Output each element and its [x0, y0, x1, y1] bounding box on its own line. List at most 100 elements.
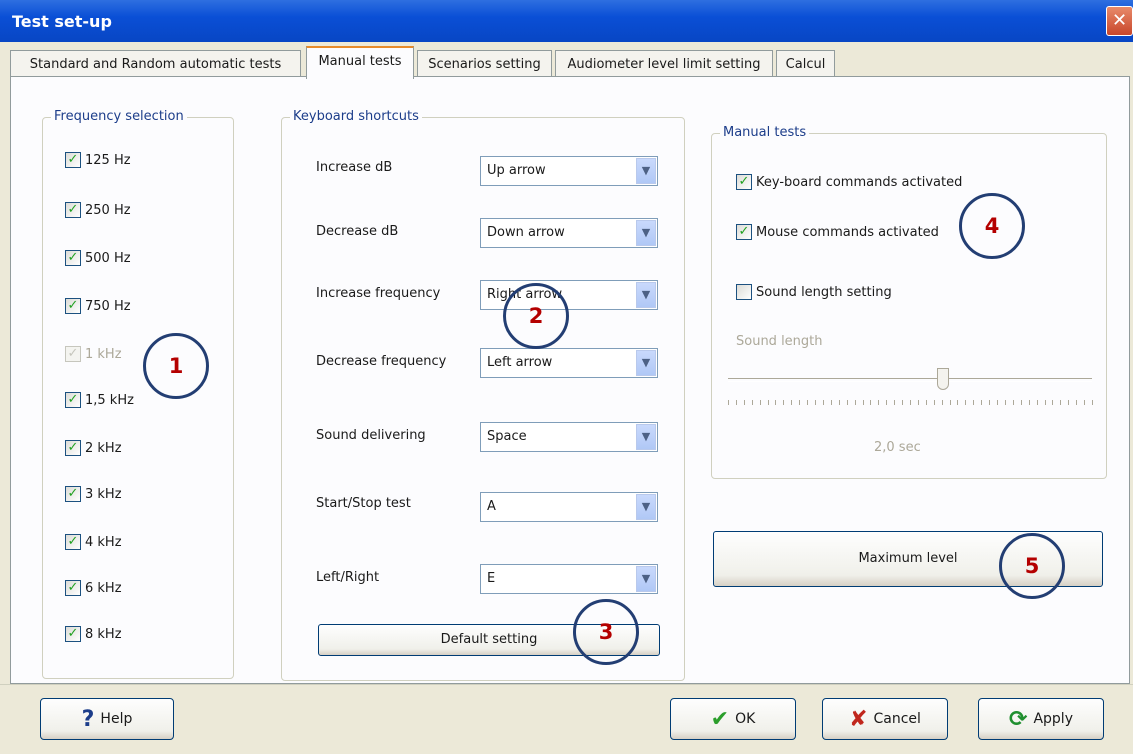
frequency-checkbox[interactable]: ✓ 4 kHz: [65, 532, 122, 552]
decrease-frequency-value: Left arrow: [487, 355, 553, 370]
slider-tick: [751, 400, 753, 405]
slider-tick: [997, 400, 999, 405]
checkbox-icon[interactable]: ✓: [65, 392, 81, 408]
checkbox-icon[interactable]: ✓: [65, 440, 81, 456]
checkbox-icon[interactable]: ✓: [65, 534, 81, 550]
slider-tick: [1092, 400, 1093, 405]
help-button[interactable]: ? Help: [40, 698, 174, 740]
frequency-checkbox[interactable]: ✓ 8 kHz: [65, 624, 122, 644]
decrease-frequency-select[interactable]: Left arrow ▼: [480, 348, 658, 378]
sound-delivering-select[interactable]: Space ▼: [480, 422, 658, 452]
test-setup-dialog: Test set-up ✕ Standard and Random automa…: [0, 0, 1133, 754]
frequency-checkbox[interactable]: ✓ 6 kHz: [65, 578, 122, 598]
decrease-db-label: Decrease dB: [316, 224, 399, 239]
help-question-icon: ?: [81, 706, 95, 732]
start-stop-test-select[interactable]: A ▼: [480, 492, 658, 522]
frequency-checkbox[interactable]: ✓ 125 Hz: [65, 150, 131, 170]
checkbox-icon[interactable]: ✓: [65, 202, 81, 218]
checkbox-icon[interactable]: ✓: [65, 486, 81, 502]
slider-tick: [1004, 400, 1006, 405]
checkbox-icon[interactable]: ✓: [65, 250, 81, 266]
frequency-checkbox[interactable]: ✓ 500 Hz: [65, 248, 131, 268]
slider-tick: [775, 400, 777, 405]
checkbox-icon[interactable]: ✓: [736, 224, 752, 240]
decrease-frequency-label: Decrease frequency: [316, 354, 447, 369]
checkbox-icon[interactable]: [736, 284, 752, 300]
annotation-circle-3: 3: [573, 599, 639, 665]
manual-tests-title: Manual tests: [720, 125, 810, 140]
sound-delivering-value: Space: [487, 429, 527, 444]
slider-tick: [870, 400, 872, 405]
checkbox-icon[interactable]: ✓: [65, 152, 81, 168]
slider-thumb[interactable]: [936, 368, 949, 390]
slider-tick: [735, 400, 737, 405]
frequency-checkbox[interactable]: ✓ 3 kHz: [65, 484, 122, 504]
tab-scenarios-setting[interactable]: Scenarios setting: [417, 50, 552, 78]
slider-tick: [791, 400, 793, 405]
slider-tick: [917, 400, 919, 405]
slider-tick: [783, 400, 785, 405]
checkbox-icon[interactable]: ✓: [736, 174, 752, 190]
slider-tick: [1060, 400, 1062, 405]
tab-strip: Standard and Random automatic tests Manu…: [0, 42, 1133, 79]
apply-label: Apply: [1033, 711, 1073, 727]
chevron-down-icon[interactable]: ▼: [636, 220, 656, 246]
mouse-commands-checkbox[interactable]: ✓ Mouse commands activated: [736, 222, 939, 242]
keyboard-shortcuts-title: Keyboard shortcuts: [290, 109, 422, 124]
slider-track: [728, 378, 1092, 382]
left-right-select[interactable]: E ▼: [480, 564, 658, 594]
slider-tick: [854, 400, 856, 405]
checkbox-icon[interactable]: ✓: [65, 298, 81, 314]
sound-length-setting-checkbox[interactable]: Sound length setting: [736, 282, 892, 302]
slider-tick: [1020, 400, 1022, 405]
annotation-circle-5: 5: [999, 533, 1065, 599]
slider-tick: [989, 400, 991, 405]
slider-tick: [1012, 400, 1014, 405]
ok-label: OK: [735, 711, 756, 727]
sound-length-slider[interactable]: [728, 368, 1093, 424]
ok-button[interactable]: ✔ OK: [670, 698, 796, 740]
tab-manual-tests[interactable]: Manual tests: [306, 46, 414, 79]
cancel-button[interactable]: ✘ Cancel: [822, 698, 948, 740]
increase-db-select[interactable]: Up arrow ▼: [480, 156, 658, 186]
slider-tick: [1084, 400, 1086, 405]
checkbox-icon: ✓: [65, 346, 81, 362]
check-icon: ✔: [710, 706, 730, 732]
frequency-label: 1,5 kHz: [85, 392, 134, 408]
frequency-checkbox[interactable]: ✓ 750 Hz: [65, 296, 131, 316]
tab-calcul[interactable]: Calcul: [776, 50, 835, 78]
slider-tick: [886, 400, 888, 405]
tab-audiometer-level-limit[interactable]: Audiometer level limit setting: [555, 50, 773, 78]
checkbox-icon[interactable]: ✓: [65, 626, 81, 642]
tab-standard-random-tests[interactable]: Standard and Random automatic tests: [10, 50, 301, 78]
slider-tick: [1052, 400, 1054, 405]
chevron-down-icon[interactable]: ▼: [636, 350, 656, 376]
frequency-selection-group: Frequency selection ✓ 125 Hz ✓ 250 Hz ✓ 500 H…: [42, 109, 234, 679]
apply-button[interactable]: ⟳ Apply: [978, 698, 1104, 740]
chevron-down-icon[interactable]: ▼: [636, 158, 656, 184]
frequency-checkbox[interactable]: ✓ 2 kHz: [65, 438, 122, 458]
decrease-db-select[interactable]: Down arrow ▼: [480, 218, 658, 248]
left-right-value: E: [487, 571, 496, 586]
slider-tick: [743, 400, 745, 405]
start-stop-test-label: Start/Stop test: [316, 496, 411, 511]
slider-tick: [965, 400, 967, 405]
checkbox-icon[interactable]: ✓: [65, 580, 81, 596]
chevron-down-icon[interactable]: ▼: [636, 424, 656, 450]
slider-tick: [822, 400, 824, 405]
chevron-down-icon[interactable]: ▼: [636, 494, 656, 520]
frequency-checkbox[interactable]: ✓ 1,5 kHz: [65, 390, 134, 410]
slider-tick: [815, 400, 817, 405]
window-title: Test set-up: [12, 12, 112, 31]
slider-tick: [1044, 400, 1046, 405]
slider-tick: [830, 400, 832, 405]
slider-tick: [1036, 400, 1038, 405]
sound-delivering-label: Sound delivering: [316, 428, 426, 443]
chevron-down-icon[interactable]: ▼: [636, 566, 656, 592]
decrease-db-value: Down arrow: [487, 225, 565, 240]
chevron-down-icon[interactable]: ▼: [636, 282, 656, 308]
slider-tick: [728, 400, 729, 405]
close-icon[interactable]: ✕: [1106, 6, 1133, 36]
keyboard-commands-checkbox[interactable]: ✓ Key-board commands activated: [736, 172, 962, 192]
frequency-checkbox[interactable]: ✓ 250 Hz: [65, 200, 131, 220]
